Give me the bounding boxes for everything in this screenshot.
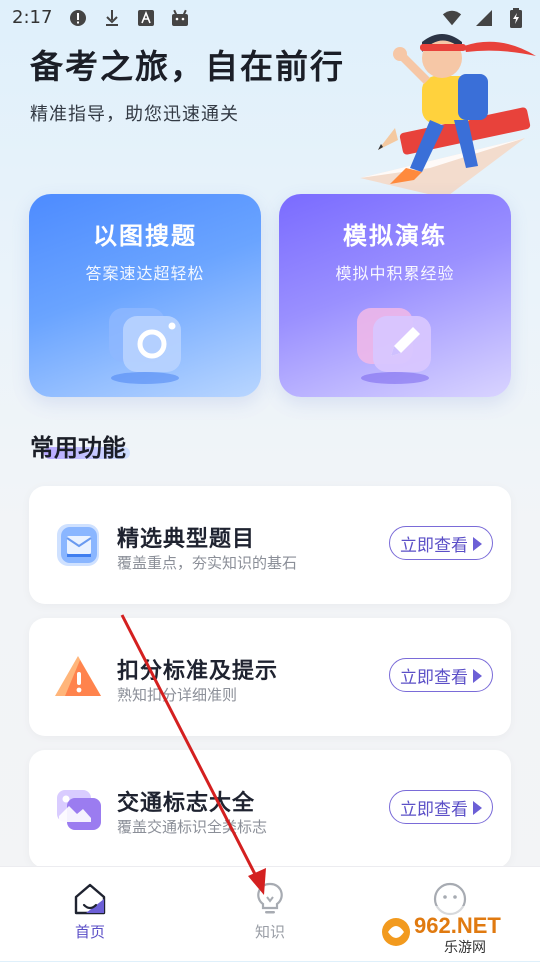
watermark-subtext: 乐游网 (444, 940, 486, 956)
envelope-icon (51, 518, 105, 572)
common-functions-title: 常用功能 (30, 434, 126, 462)
play-arrow-icon (473, 537, 482, 551)
watermark-text: 962.NET (414, 913, 501, 938)
home-icon (72, 881, 108, 917)
list-item-traffic-signs[interactable]: 交通标志大全 覆盖交通标识全类标志 立即查看 (29, 750, 511, 868)
view-now-label: 立即查看 (400, 667, 468, 688)
pencil-icon (345, 294, 445, 386)
image-search-title: 以图搜题 (93, 222, 197, 250)
font-a-icon (136, 8, 156, 28)
image-search-subtitle: 答案速达超轻松 (85, 264, 205, 283)
view-now-label: 立即查看 (400, 535, 468, 556)
view-now-button[interactable]: 立即查看 (389, 790, 493, 824)
list-item-title: 交通标志大全 (117, 791, 256, 816)
play-arrow-icon (473, 669, 482, 683)
list-item-title: 精选典型题目 (117, 527, 256, 552)
view-now-label: 立即查看 (400, 799, 468, 820)
view-now-button[interactable]: 立即查看 (389, 526, 493, 560)
battery-icon (506, 8, 526, 28)
view-now-button[interactable]: 立即查看 (389, 658, 493, 692)
list-item-subtitle: 覆盖交通标识全类标志 (117, 818, 268, 836)
tab-home-label: 首页 (74, 923, 105, 941)
list-item-typical-questions[interactable]: 精选典型题目 覆盖重点，夯实知识的基石 立即查看 (29, 486, 511, 604)
image-search-card[interactable]: 以图搜题 答案速达超轻松 (29, 194, 261, 397)
list-item-subtitle: 覆盖重点，夯实知识的基石 (117, 554, 298, 572)
wifi-icon (442, 8, 462, 28)
hero-subtitle: 精准指导，助您迅速通关 (30, 104, 239, 125)
signal-icon (474, 8, 494, 28)
download-icon (102, 8, 122, 28)
mock-practice-card[interactable]: 模拟演练 模拟中积累经验 (279, 194, 511, 397)
image-icon (51, 782, 105, 836)
alert-icon (68, 8, 88, 28)
android-icon (170, 8, 190, 28)
warning-icon (51, 650, 105, 704)
list-item-title: 扣分标准及提示 (117, 659, 279, 684)
tab-knowledge[interactable]: 知识 (210, 867, 330, 961)
camera-icon (95, 294, 195, 386)
hero-illustration (350, 28, 540, 198)
play-arrow-icon (473, 801, 482, 815)
lightbulb-icon (252, 881, 288, 917)
tab-knowledge-label: 知识 (254, 923, 285, 941)
list-item-subtitle: 熟知扣分详细准则 (117, 686, 238, 704)
site-watermark: 962.NET 乐游网 (374, 898, 534, 958)
list-item-deduction-rules[interactable]: 扣分标准及提示 熟知扣分详细准则 立即查看 (29, 618, 511, 736)
mock-practice-subtitle: 模拟中积累经验 (335, 264, 455, 283)
hero-title: 备考之旅，自在前行 (30, 47, 345, 86)
status-time: 2:17 (12, 7, 53, 28)
tab-home[interactable]: 首页 (30, 867, 150, 961)
mock-practice-title: 模拟演练 (343, 222, 447, 250)
